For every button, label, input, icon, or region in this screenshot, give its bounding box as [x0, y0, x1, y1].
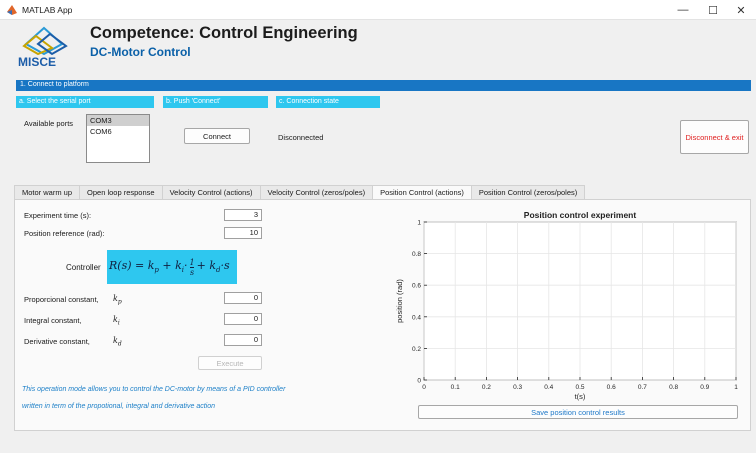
integral-constant-label: Integral constant,: [24, 316, 82, 325]
step-push-connect: b. Push 'Connect': [163, 96, 268, 108]
x-tick-label: 0.1: [451, 384, 460, 391]
close-button[interactable]: ✕: [726, 0, 756, 20]
proportional-constant-input[interactable]: 0: [224, 292, 262, 304]
tab-position-control-actions[interactable]: Position Control (actions): [372, 185, 472, 200]
info-text-line-2: written in term of the propotional, inte…: [22, 403, 215, 410]
serial-port-listbox[interactable]: COM3 COM6: [86, 114, 150, 163]
maximize-icon: ☐: [708, 4, 718, 17]
position-reference-input[interactable]: 10: [224, 227, 262, 239]
y-tick-label: 0.8: [412, 251, 421, 258]
window-title: MATLAB App: [22, 5, 73, 15]
pid-controller-formula: R(s) = kp + ki· 1s + kd·s: [107, 250, 237, 284]
position-reference-label: Position reference (rad):: [24, 229, 105, 238]
x-tick-label: 0.8: [669, 384, 678, 391]
integral-constant-input[interactable]: 0: [224, 313, 262, 325]
window-title-bar: [0, 0, 756, 20]
step-select-port: a. Select the serial port: [16, 96, 154, 108]
x-tick-label: 0.6: [607, 384, 616, 391]
derivative-constant-input[interactable]: 0: [224, 334, 262, 346]
x-tick-label: 0.4: [544, 384, 553, 391]
x-tick-label: 0.3: [513, 384, 522, 391]
maximize-button[interactable]: ☐: [698, 0, 728, 20]
step-connection-state: c. Connection state: [276, 96, 380, 108]
x-tick-label: 0.9: [700, 384, 709, 391]
x-tick-label: 0.5: [575, 384, 584, 391]
port-option-com3[interactable]: COM3: [87, 115, 149, 126]
tab-open-loop-response[interactable]: Open loop response: [79, 185, 163, 200]
logo-text: MISCE: [18, 55, 56, 69]
x-tick-label: 0.2: [482, 384, 491, 391]
chart-title: Position control experiment: [524, 210, 637, 220]
derivative-constant-label: Derivative constant,: [24, 337, 90, 346]
x-tick-label: 0.7: [638, 384, 647, 391]
x-axis-label: t(s): [575, 392, 586, 401]
controller-label: Controller: [66, 263, 101, 272]
tab-position-control-zeros-poles[interactable]: Position Control (zeros/poles): [470, 185, 586, 200]
matlab-app-icon: [7, 5, 17, 15]
y-axis-label: position (rad): [395, 279, 404, 323]
experiment-time-input[interactable]: 3: [224, 209, 262, 221]
kp-symbol: kp: [113, 294, 122, 306]
x-tick-label: 0: [422, 384, 426, 391]
available-ports-label: Available ports: [24, 119, 74, 128]
misce-logo: MISCE: [18, 26, 68, 69]
ki-symbol: ki: [113, 315, 120, 327]
info-text-line-1: This operation mode allows you to contro…: [22, 386, 286, 393]
connect-button[interactable]: Connect: [184, 128, 250, 144]
y-tick-label: 1: [417, 220, 421, 227]
kd-symbol: kd: [113, 336, 122, 348]
tab-velocity-control-actions[interactable]: Velocity Control (actions): [161, 185, 261, 200]
experiment-time-label: Experiment time (s):: [24, 211, 92, 220]
minimize-button[interactable]: —: [668, 0, 698, 20]
connection-state-text: Disconnected: [278, 133, 324, 142]
tab-velocity-control-zeros-poles[interactable]: Velocity Control (zeros/poles): [259, 185, 374, 200]
page-title: Competence: Control Engineering: [90, 24, 358, 42]
execute-button[interactable]: Execute: [198, 356, 262, 370]
proportional-constant-label: Proporcional constant,: [24, 295, 99, 304]
tab-motor-warm-up[interactable]: Motor warm up: [14, 185, 81, 200]
y-tick-label: 0.2: [412, 346, 421, 353]
section-connect-header: 1. Connect to platform: [16, 80, 751, 91]
y-tick-label: 0: [417, 378, 421, 385]
x-tick-label: 1: [734, 384, 738, 391]
minimize-icon: —: [677, 4, 689, 16]
position-control-chart: Position control experiment 0 0.1 0.2 0.3 0.…: [395, 210, 738, 401]
save-results-button[interactable]: Save position control results: [418, 405, 738, 419]
y-tick-label: 0.6: [412, 283, 421, 290]
close-icon: ✕: [736, 4, 746, 17]
tab-bar: Motor warm up Open loop response Velocit…: [14, 185, 586, 200]
page-subtitle: DC-Motor Control: [90, 45, 191, 59]
port-option-com6[interactable]: COM6: [87, 126, 149, 137]
disconnect-exit-button[interactable]: Disconnect & exit: [680, 120, 749, 154]
y-tick-label: 0.4: [412, 314, 421, 321]
